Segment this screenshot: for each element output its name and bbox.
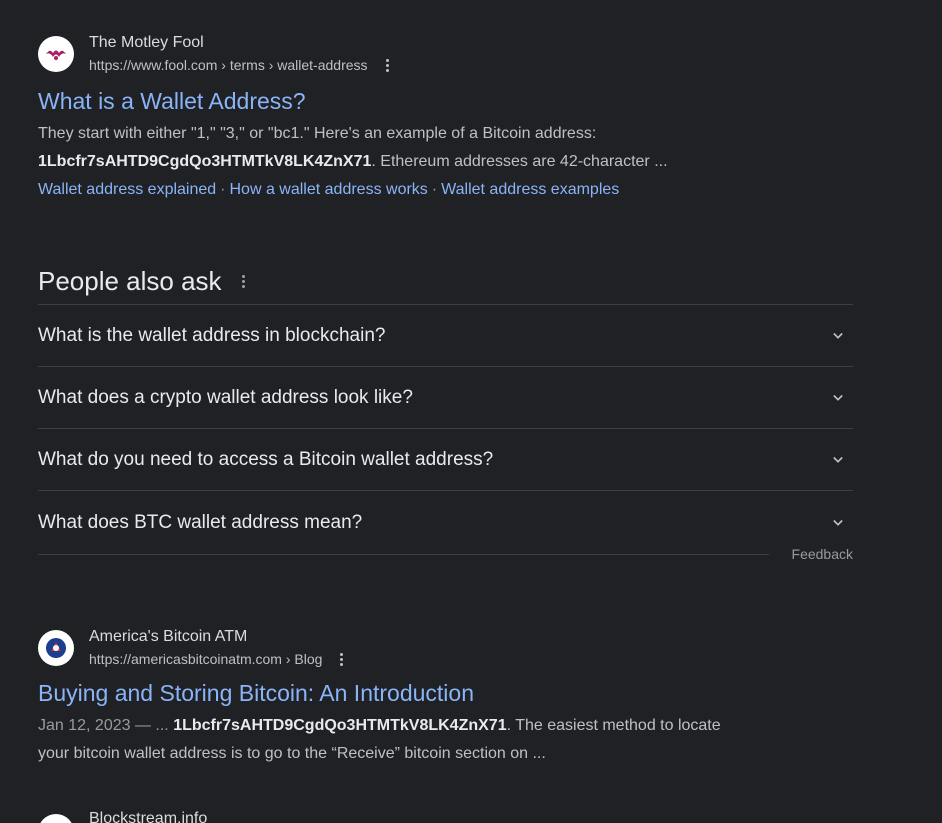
bitcoin-address: 1Lbcfr7sAHTD9CgdQo3HTMTkV8LK4ZnX71 xyxy=(173,717,507,734)
paa-question-text: What is the wallet address in blockchain… xyxy=(38,324,386,346)
paa-question[interactable]: What does BTC wallet address mean? xyxy=(38,491,853,554)
result-date: Jan 12, 2023 — ... xyxy=(38,717,174,734)
chevron-down-icon xyxy=(833,393,843,403)
people-also-ask-title: People also ask xyxy=(38,265,222,296)
snippet-line: Jan 12, 2023 — ... 1Lbcfr7sAHTD9CgdQo3HT… xyxy=(38,712,853,740)
result-source[interactable]: The Motley Fool https://www.fool.com › t… xyxy=(38,34,853,74)
site-url: https://americasbitcoinatm.com › Blog xyxy=(89,651,344,667)
result-snippet: Jan 12, 2023 — ... 1Lbcfr7sAHTD9CgdQo3HT… xyxy=(38,712,853,768)
sitelinks: Wallet address explained · How a wallet ad… xyxy=(38,176,853,204)
blockstream-logo-icon xyxy=(38,814,74,823)
paa-question[interactable]: What do you need to access a Bitcoin wal… xyxy=(38,429,853,491)
paa-question-text: What does a crypto wallet address look l… xyxy=(38,386,413,408)
paa-question[interactable]: What does a crypto wallet address look l… xyxy=(38,367,853,429)
search-results-page: The Motley Fool https://www.fool.com › t… xyxy=(0,0,942,823)
more-vert-icon[interactable] xyxy=(385,58,390,72)
sitelink-how-wallet-address-works[interactable]: How a wallet address works xyxy=(230,181,428,198)
site-url-text: https://www.fool.com › terms › wallet-ad… xyxy=(89,57,368,73)
result-title-link[interactable]: What is a Wallet Address? xyxy=(38,88,853,115)
snippet-text: . The easiest method to locate xyxy=(506,717,721,734)
result-snippet: They start with either "1," "3," or "bc1… xyxy=(38,120,853,176)
sitelink-separator: · xyxy=(431,181,438,198)
feedback-link[interactable]: Feedback xyxy=(792,546,853,562)
paa-question[interactable]: What is the wallet address in blockchain… xyxy=(38,305,853,367)
people-also-ask-heading: People also ask xyxy=(38,258,853,304)
people-also-ask-list: What is the wallet address in blockchain… xyxy=(38,304,853,554)
site-name: America's Bitcoin ATM xyxy=(89,628,248,645)
snippet-line: They start with either "1," "3," or "bc1… xyxy=(38,125,597,142)
site-url: https://www.fool.com › terms › wallet-ad… xyxy=(89,57,390,73)
chevron-down-icon xyxy=(833,331,843,341)
result-source[interactable]: America's Bitcoin ATM https://americasbi… xyxy=(38,628,853,668)
search-result: Blockstream.info xyxy=(38,810,853,823)
chevron-down-icon xyxy=(833,518,843,528)
snippet-line: 1Lbcfr7sAHTD9CgdQo3HTMTkV8LK4ZnX71. Ethe… xyxy=(38,148,853,176)
people-also-ask: People also ask What is the wallet addre… xyxy=(38,258,853,588)
result-source[interactable]: Blockstream.info xyxy=(38,810,853,823)
site-name: The Motley Fool xyxy=(89,34,204,51)
search-result: The Motley Fool https://www.fool.com › t… xyxy=(38,34,853,204)
bitcoin-atm-logo-icon xyxy=(38,630,74,666)
result-title-link[interactable]: Buying and Storing Bitcoin: An Introduct… xyxy=(38,680,853,707)
more-vert-icon[interactable] xyxy=(340,652,344,666)
more-vert-icon[interactable] xyxy=(241,274,246,288)
paa-question-text: What does BTC wallet address mean? xyxy=(38,511,363,533)
site-url-text: https://americasbitcoinatm.com › Blog xyxy=(89,651,323,667)
snippet-line: your bitcoin wallet address is to go to … xyxy=(38,745,546,762)
paa-question-text: What do you need to access a Bitcoin wal… xyxy=(38,448,494,470)
site-name: Blockstream.info xyxy=(89,810,208,823)
sitelink-wallet-address-examples[interactable]: Wallet address examples xyxy=(441,181,619,198)
feedback-row: Feedback xyxy=(38,546,853,588)
divider xyxy=(38,554,769,555)
bitcoin-address: 1Lbcfr7sAHTD9CgdQo3HTMTkV8LK4ZnX71 xyxy=(38,153,372,170)
sitelink-separator: · xyxy=(220,181,226,198)
snippet-text: . Ethereum addresses are 42-character ..… xyxy=(371,153,668,170)
chevron-down-icon xyxy=(833,455,843,465)
sitelink-wallet-address-explained[interactable]: Wallet address explained xyxy=(38,181,216,198)
search-result: America's Bitcoin ATM https://americasbi… xyxy=(38,628,853,768)
motley-fool-jester-icon xyxy=(38,36,74,72)
